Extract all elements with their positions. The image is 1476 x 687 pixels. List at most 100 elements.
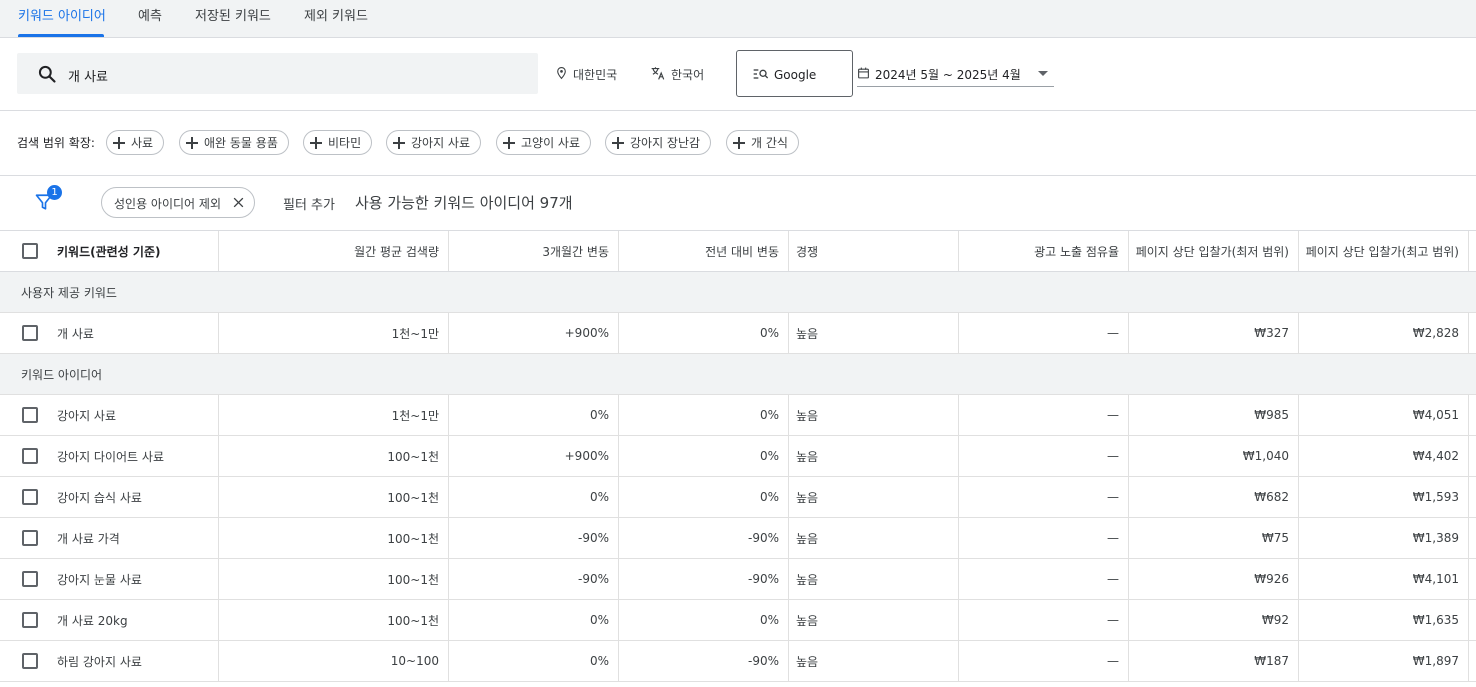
row-checkbox[interactable] [22,571,38,587]
tab-negative-keywords[interactable]: 제외 키워드 [304,5,368,24]
column-header[interactable]: 광고 노출 점유율 [958,231,1128,271]
row-checkbox[interactable] [22,489,38,505]
keyword-search-box[interactable]: 개 사료 [17,53,538,94]
competition-cell: 높음 [796,408,819,423]
translate-icon [650,66,666,83]
plus-icon [113,136,125,149]
select-all-checkbox[interactable] [22,243,38,259]
keyword-cell: 개 사료 [57,326,94,341]
chip-label: 비타민 [328,136,362,150]
three-month-cell: 0% [589,408,609,422]
active-tab-indicator [18,34,104,37]
chip-label: 강아지 장난감 [630,136,701,150]
bid-low-cell: ₩75 [1261,531,1289,545]
bid-low-cell: ₩926 [1254,572,1289,586]
network-label: Google [774,68,817,82]
impression-share-cell: — [1107,613,1119,627]
search-input[interactable]: 개 사료 [68,66,108,85]
search-icon [37,64,57,87]
filter-chip-label: 성인용 아이디어 제외 [114,197,221,211]
bid-low-cell: ₩682 [1254,490,1289,504]
impression-share-cell: — [1107,490,1119,504]
chip-label: 개 간식 [751,136,788,150]
expand-chip[interactable]: 강아지 사료 [386,130,482,155]
keyword-cell: 강아지 사료 [57,408,117,423]
three-month-cell: 0% [589,613,609,627]
keyword-cell: 강아지 눈물 사료 [57,572,142,587]
expand-chip[interactable]: 애완 동물 용품 [179,130,289,155]
active-filter-chip[interactable]: 성인용 아이디어 제외 [101,187,255,218]
table-row[interactable]: 개 사료 가격 100~1천 -90% -90% 높음 — ₩75 ₩1,389 [0,518,1476,559]
column-header[interactable]: 경쟁 [788,231,958,271]
volume-cell: 10~100 [390,654,439,668]
table-row[interactable]: 강아지 눈물 사료 100~1천 -90% -90% 높음 — ₩926 ₩4,101 [0,559,1476,600]
competition-cell: 높음 [796,326,819,341]
row-checkbox[interactable] [22,612,38,628]
location-selector[interactable]: 대한민국 [555,66,617,83]
bid-low-cell: ₩327 [1254,326,1289,340]
tab-saved-keywords[interactable]: 저장된 키워드 [195,5,271,24]
bid-high-cell: ₩1,897 [1412,654,1459,668]
chip-label: 고양이 사료 [521,136,581,150]
plus-icon [186,136,198,149]
search-list-icon [753,68,769,83]
expand-chip[interactable]: 사료 [106,130,165,155]
plus-icon [733,136,745,149]
keyword-cell: 개 사료 가격 [57,531,120,546]
keyword-cell: 하림 강아지 사료 [57,654,142,669]
filter-count-badge: 1 [47,185,62,200]
expand-search-label: 검색 범위 확장: [17,136,95,150]
volume-cell: 1천~1만 [391,326,439,341]
search-network-selector[interactable]: Google [736,50,853,97]
column-header[interactable]: 페이지 상단 입찰가(최저 범위) [1128,231,1298,271]
add-filter-button[interactable]: 필터 추가 [283,194,335,213]
tab-keyword-ideas[interactable]: 키워드 아이디어 [18,5,106,24]
three-month-cell: +900% [564,326,609,340]
row-checkbox[interactable] [22,530,38,546]
yoy-cell: 0% [759,326,779,340]
column-header[interactable]: 페이지 상단 입찰가(최고 범위) [1298,231,1468,271]
volume-cell: 1천~1만 [391,408,439,423]
keyword-cell: 개 사료 20kg [57,613,128,628]
expand-chip[interactable]: 고양이 사료 [496,130,592,155]
plus-icon [310,136,322,149]
bid-low-cell: ₩187 [1254,654,1289,668]
impression-share-cell: — [1107,572,1119,586]
bid-low-cell: ₩985 [1254,408,1289,422]
table-row[interactable]: 개 사료 1천~1만 +900% 0% 높음 — ₩327 ₩2,828 [0,313,1476,354]
expand-chip[interactable]: 강아지 장난감 [605,130,712,155]
expand-chip[interactable]: 비타민 [303,130,373,155]
competition-cell: 높음 [796,490,819,505]
plus-icon [503,136,515,149]
column-header[interactable]: 전년 대비 변동 [618,231,788,271]
table-row[interactable]: 하림 강아지 사료 10~100 0% -90% 높음 — ₩187 ₩1,897 [0,641,1476,682]
close-icon[interactable] [232,196,245,212]
volume-cell: 100~1천 [387,572,439,587]
language-selector[interactable]: 한국어 [650,66,704,83]
column-header[interactable]: 3개월간 변동 [448,231,618,271]
volume-cell: 100~1천 [387,449,439,464]
table-row[interactable]: 강아지 사료 1천~1만 0% 0% 높음 — ₩985 ₩4,051 [0,395,1476,436]
keyword-cell: 강아지 다이어트 사료 [57,449,164,464]
tab-bar: 키워드 아이디어 예측 저장된 키워드 제외 키워드 [0,0,1476,38]
tab-forecast[interactable]: 예측 [138,5,162,24]
calendar-icon [857,66,870,83]
expand-chip[interactable]: 개 간식 [726,130,799,155]
group-header-row: 키워드 아이디어 [0,354,1476,395]
table-row[interactable]: 개 사료 20kg 100~1천 0% 0% 높음 — ₩92 ₩1,635 [0,600,1476,641]
row-checkbox[interactable] [22,653,38,669]
table-row[interactable]: 강아지 다이어트 사료 100~1천 +900% 0% 높음 — ₩1,040 ₩4,402 [0,436,1476,477]
table-row[interactable]: 강아지 습식 사료 100~1천 0% 0% 높음 — ₩682 ₩1,593 [0,477,1476,518]
group-label: 사용자 제공 키워드 [21,285,117,300]
date-range-selector[interactable]: 2024년 5월 ~ 2025년 4월 [857,64,1054,87]
row-checkbox[interactable] [22,448,38,464]
impression-share-cell: — [1107,449,1119,463]
row-checkbox[interactable] [22,407,38,423]
three-month-cell: -90% [577,572,609,586]
row-checkbox[interactable] [22,325,38,341]
column-header[interactable]: 키워드(관련성 기준) [57,231,160,271]
available-ideas-count: 사용 가능한 키워드 아이디어 97개 [355,194,573,212]
bid-high-cell: ₩1,593 [1412,490,1459,504]
column-header[interactable]: 월간 평균 검색량 [218,231,448,271]
volume-cell: 100~1천 [387,613,439,628]
